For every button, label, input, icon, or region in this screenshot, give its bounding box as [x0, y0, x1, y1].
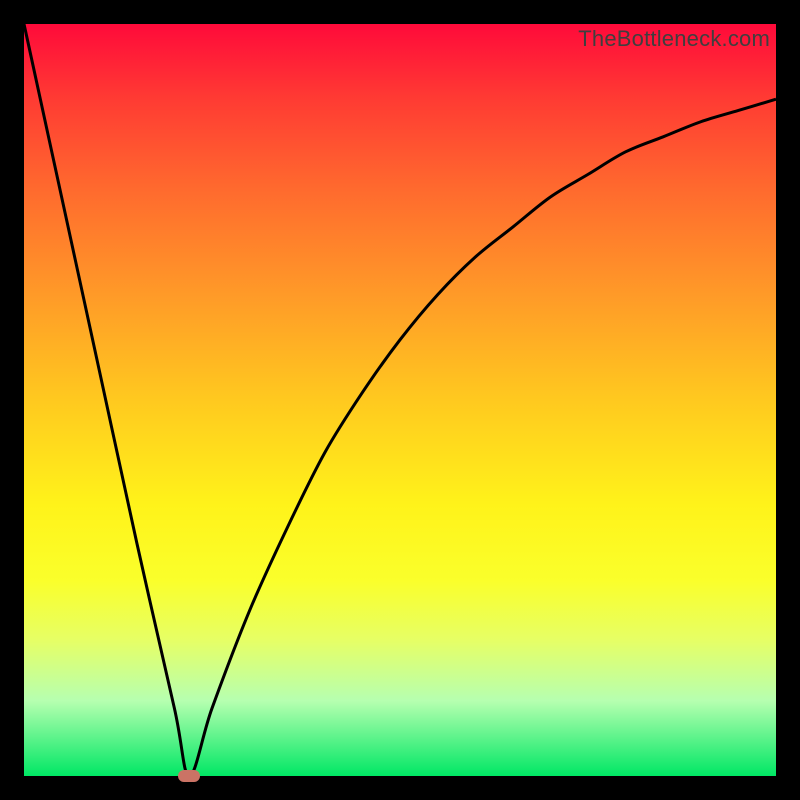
optimal-point-marker — [178, 770, 200, 782]
bottleneck-curve — [24, 24, 776, 776]
chart-frame: TheBottleneck.com — [24, 24, 776, 776]
curve-path — [24, 24, 776, 776]
